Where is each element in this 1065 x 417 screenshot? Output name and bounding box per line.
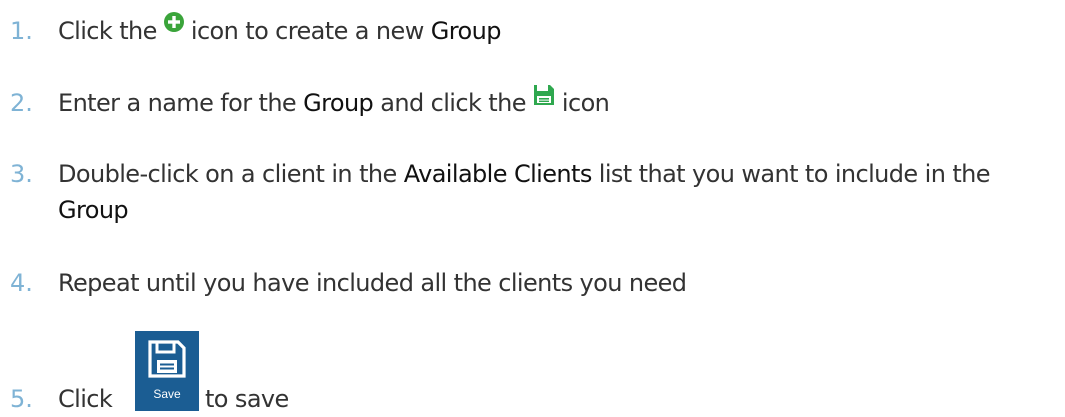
instruction-list: 1. Click the icon to create a new Group … <box>0 0 1065 413</box>
step-text: Double-click on a client in the Availabl… <box>58 156 1063 228</box>
group-keyword: Group <box>303 89 374 117</box>
floppy-disk-icon <box>148 340 186 378</box>
step-number: 2. <box>10 89 33 117</box>
available-clients-keyword: Available Clients <box>403 160 593 188</box>
step-number: 3. <box>10 160 33 188</box>
step-number: 4. <box>10 269 33 297</box>
step-text-part: Double-click on a client in the <box>58 160 404 188</box>
save-button[interactable]: Save <box>135 331 199 411</box>
step-text: Repeat until you have included all the c… <box>58 269 687 297</box>
step-text-part: Click the <box>58 17 164 45</box>
save-button-label: Save <box>153 387 181 401</box>
step-text-part: icon to create a new <box>183 17 431 45</box>
step-text-part: icon <box>554 89 610 117</box>
plus-circle-icon <box>163 12 184 32</box>
step-text: Enter a name for the Group and click the… <box>58 85 1058 121</box>
group-keyword: Group <box>58 196 129 224</box>
group-keyword: Group <box>430 17 502 45</box>
floppy-disk-icon <box>533 85 554 105</box>
step-text-part: list that you want to include in the <box>591 160 991 188</box>
step-text-part: Enter a name for the <box>58 89 304 117</box>
step-number: 1. <box>10 17 33 45</box>
step-text: Click the icon to create a new Group <box>58 12 1058 49</box>
step-text-part: and click the <box>373 89 533 117</box>
